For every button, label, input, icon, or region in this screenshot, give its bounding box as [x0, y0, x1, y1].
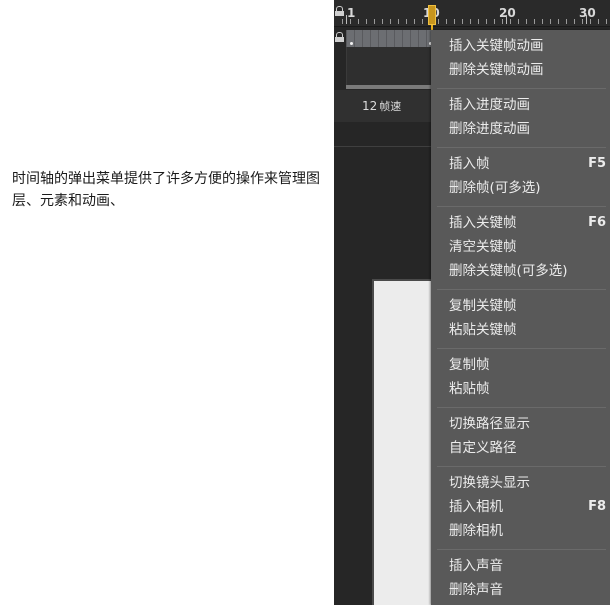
fps-value: 12	[362, 99, 378, 113]
menu-item-label: 删除声音	[449, 582, 503, 598]
menu-item-label: 复制帧	[449, 357, 490, 373]
menu-item-label: 删除关键帧动画	[449, 62, 544, 78]
menu-item-label: 切换路径显示	[449, 416, 530, 432]
layer-track[interactable]	[346, 30, 433, 47]
ruler-ticks	[342, 19, 610, 24]
menu-item-label: 插入关键帧动画	[449, 38, 544, 54]
menu-item-label: 插入进度动画	[449, 97, 530, 113]
ruler-major-tick	[586, 15, 587, 24]
menu-item-label: 插入声音	[449, 558, 503, 574]
menu-item-label: 切换镜头显示	[449, 475, 530, 491]
frame-ruler[interactable]: 1 10 20 30	[334, 0, 610, 27]
menu-item-clear-keyframe[interactable]: 清空关键帧	[437, 235, 606, 259]
ruler-label-1: 1	[347, 6, 356, 20]
menu-item-label: 删除帧(可多选)	[449, 180, 541, 196]
menu-item-label: 插入关键帧	[449, 215, 517, 231]
menu-item-label: 复制关键帧	[449, 298, 517, 314]
menu-item-label: 粘贴关键帧	[449, 322, 517, 338]
menu-group: 切换镜头显示 插入相机 F8 删除相机	[437, 467, 606, 550]
menu-item-label: 删除关键帧(可多选)	[449, 263, 568, 279]
menu-item-label: 自定义路径	[449, 440, 517, 456]
menu-item-toggle-camera-display[interactable]: 切换镜头显示	[437, 471, 606, 495]
menu-item-shortcut: F8	[588, 499, 606, 514]
fps-display[interactable]: 12 帧速	[362, 98, 401, 114]
menu-item-shortcut: F6	[588, 215, 606, 230]
menu-item-delete-progress-animation[interactable]: 删除进度动画	[437, 117, 606, 141]
ruler-major-tick	[346, 15, 347, 24]
menu-item-label: 清空关键帧	[449, 239, 517, 255]
menu-item-delete-keyframe[interactable]: 删除关键帧(可多选)	[437, 259, 606, 283]
menu-group: 切换路径显示 自定义路径	[437, 408, 606, 467]
menu-item-copy-frame[interactable]: 复制帧	[437, 353, 606, 377]
menu-item-label: 删除进度动画	[449, 121, 530, 137]
timeline-panel: 1 10 20 30 12帧速 插入关键帧动画 删除关键帧动画 插入进度动画 删…	[334, 0, 610, 605]
menu-item-delete-camera[interactable]: 删除相机	[437, 519, 606, 543]
menu-item-insert-frame[interactable]: 插入帧 F5	[437, 152, 606, 176]
keyframe-dot[interactable]	[350, 42, 353, 45]
layer-lock-icon[interactable]	[335, 32, 344, 42]
menu-item-label: 删除相机	[449, 523, 503, 539]
menu-item-insert-progress-animation[interactable]: 插入进度动画	[437, 93, 606, 117]
menu-item-paste-keyframe[interactable]: 粘贴关键帧	[437, 318, 606, 342]
menu-item-toggle-path-display[interactable]: 切换路径显示	[437, 412, 606, 436]
menu-group: 插入关键帧动画 删除关键帧动画	[437, 30, 606, 89]
menu-item-paste-frame[interactable]: 粘贴帧	[437, 377, 606, 401]
menu-group: 插入声音 删除声音	[437, 550, 606, 605]
menu-item-insert-keyframe-animation[interactable]: 插入关键帧动画	[437, 34, 606, 58]
ruler-label-30: 30	[579, 6, 596, 20]
menu-group: 插入进度动画 删除进度动画	[437, 89, 606, 148]
menu-item-shortcut: F5	[588, 156, 606, 171]
menu-item-delete-sound[interactable]: 删除声音	[437, 578, 606, 602]
menu-item-label: 粘贴帧	[449, 381, 490, 397]
lock-icon[interactable]	[335, 6, 344, 16]
ruler-label-20: 20	[499, 6, 516, 20]
menu-item-insert-keyframe[interactable]: 插入关键帧 F6	[437, 211, 606, 235]
menu-group: 复制关键帧 粘贴关键帧	[437, 290, 606, 349]
playhead-handle[interactable]	[428, 5, 436, 25]
menu-item-insert-sound[interactable]: 插入声音	[437, 554, 606, 578]
menu-item-label: 插入相机	[449, 499, 503, 515]
menu-item-delete-frame[interactable]: 删除帧(可多选)	[437, 176, 606, 200]
divider	[334, 146, 432, 147]
menu-item-custom-path[interactable]: 自定义路径	[437, 436, 606, 460]
menu-group: 复制帧 粘贴帧	[437, 349, 606, 408]
menu-item-copy-keyframe[interactable]: 复制关键帧	[437, 294, 606, 318]
timeline-status-bar: 12 帧速	[334, 90, 432, 122]
ruler-major-tick	[506, 15, 507, 24]
track-scrollbar[interactable]	[346, 85, 433, 89]
menu-group: 插入关键帧 F6 清空关键帧 删除关键帧(可多选)	[437, 207, 606, 290]
menu-group: 插入帧 F5 删除帧(可多选)	[437, 148, 606, 207]
description-text: 时间轴的弹出菜单提供了许多方便的操作来管理图层、元素和动画、	[12, 171, 320, 209]
stage-canvas[interactable]	[372, 279, 434, 605]
fps-unit: 帧速	[379, 100, 402, 113]
menu-item-label: 插入帧	[449, 156, 490, 172]
menu-item-insert-camera[interactable]: 插入相机 F8	[437, 495, 606, 519]
menu-item-delete-keyframe-animation[interactable]: 删除关键帧动画	[437, 58, 606, 82]
track-area[interactable]	[346, 47, 434, 89]
context-menu: 插入关键帧动画 删除关键帧动画 插入进度动画 删除进度动画 插入帧 F5 删除帧(…	[431, 30, 610, 605]
